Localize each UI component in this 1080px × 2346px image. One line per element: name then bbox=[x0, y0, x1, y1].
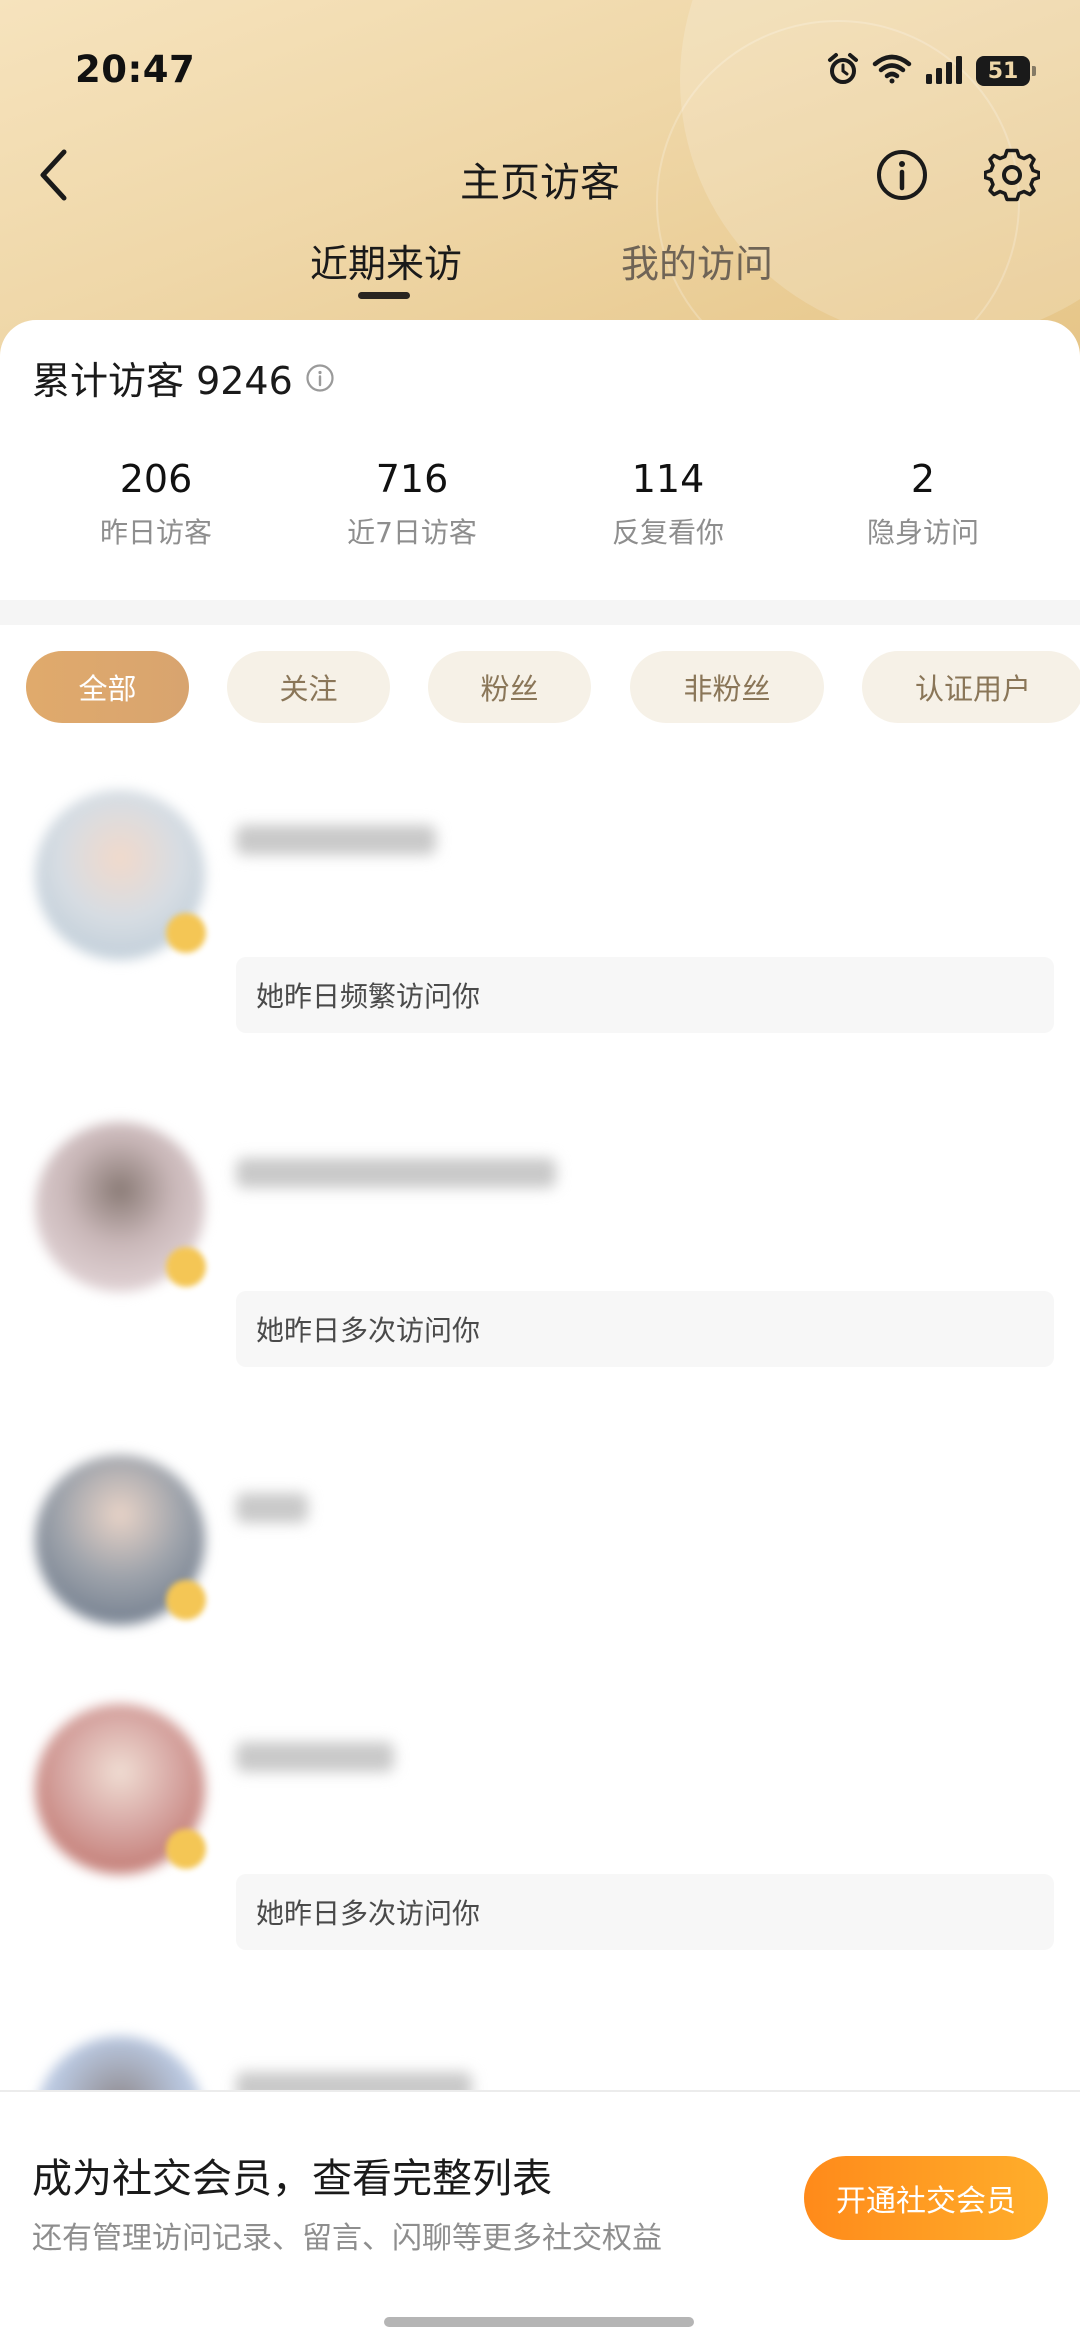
info-circle-icon bbox=[877, 150, 927, 200]
vip-badge-icon bbox=[166, 1580, 206, 1620]
battery-icon: 51 bbox=[976, 56, 1036, 86]
visitor-note: 她昨日多次访问你 bbox=[236, 1291, 1054, 1367]
vip-badge-icon bbox=[166, 1829, 206, 1869]
tab-my-visits[interactable]: 我的访问 bbox=[621, 233, 773, 288]
open-membership-button[interactable]: 开通社交会员 bbox=[804, 2156, 1048, 2240]
filter-verified-users[interactable]: 认证用户 bbox=[862, 651, 1080, 723]
stat-label: 反复看你 bbox=[611, 516, 724, 549]
tab-recent-visits[interactable]: 近期来访 bbox=[310, 233, 462, 288]
total-visitors-label: 累计访客 9246 bbox=[32, 359, 293, 403]
status-time: 20:47 bbox=[75, 48, 196, 91]
filter-following[interactable]: 关注 bbox=[227, 651, 390, 723]
total-visitors: 累计访客 9246 bbox=[32, 350, 335, 405]
promo-subtitle: 还有管理访问记录、留言、闪聊等更多社交权益 bbox=[32, 2221, 662, 2256]
stat-last-7-days[interactable]: 716 近7日访客 bbox=[287, 455, 537, 551]
stat-value: 206 bbox=[119, 457, 193, 501]
stat-value: 2 bbox=[910, 457, 936, 501]
cellular-signal-icon bbox=[924, 54, 964, 88]
stat-yesterday[interactable]: 206 昨日访客 bbox=[31, 455, 281, 551]
status-icons: 51 bbox=[826, 52, 1036, 90]
visitor-name-blurred[interactable] bbox=[236, 1493, 308, 1523]
stat-label: 近7日访客 bbox=[347, 516, 477, 549]
section-divider bbox=[0, 600, 1080, 625]
stat-repeat-visits[interactable]: 114 反复看你 bbox=[543, 455, 793, 551]
promo-title: 成为社交会员，查看完整列表 bbox=[32, 2156, 552, 2202]
home-indicator[interactable] bbox=[384, 2317, 694, 2327]
stat-value: 114 bbox=[631, 457, 705, 501]
active-tab-indicator bbox=[358, 292, 410, 299]
visitor-name-blurred[interactable] bbox=[236, 825, 436, 855]
gear-icon bbox=[983, 148, 1041, 202]
vip-badge-icon bbox=[166, 913, 206, 953]
stat-hidden-visits[interactable]: 2 隐身访问 bbox=[798, 455, 1048, 551]
filter-all[interactable]: 全部 bbox=[26, 651, 189, 723]
info-button[interactable] bbox=[874, 147, 930, 203]
stat-label: 昨日访客 bbox=[99, 516, 212, 549]
stat-value: 716 bbox=[375, 457, 449, 501]
settings-button[interactable] bbox=[983, 147, 1041, 203]
visitor-name-blurred[interactable] bbox=[236, 1158, 556, 1188]
chevron-left-icon bbox=[40, 149, 67, 201]
visitor-note: 她昨日频繁访问你 bbox=[236, 957, 1054, 1033]
vip-badge-icon bbox=[166, 1247, 206, 1287]
visitor-note: 她昨日多次访问你 bbox=[236, 1874, 1054, 1950]
filter-fans[interactable]: 粉丝 bbox=[428, 651, 591, 723]
alarm-icon bbox=[826, 52, 860, 90]
wifi-icon bbox=[872, 54, 912, 88]
filter-non-fans[interactable]: 非粉丝 bbox=[630, 651, 824, 723]
visitor-name-blurred[interactable] bbox=[236, 1742, 394, 1772]
info-icon[interactable] bbox=[305, 363, 335, 393]
back-button[interactable] bbox=[28, 143, 78, 207]
stat-label: 隐身访问 bbox=[866, 516, 979, 549]
